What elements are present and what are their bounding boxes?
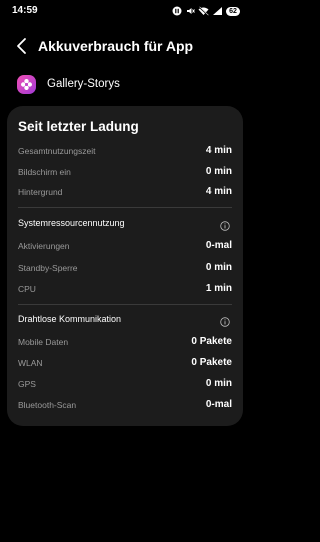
system-value: 0-mal: [205, 240, 232, 251]
usage-value: 0 min: [205, 166, 232, 177]
usage-label: Hintergrund: [18, 187, 63, 197]
system-label: CPU: [18, 284, 36, 294]
wireless-row-bluetooth-scan: Bluetooth-Scan 0-mal: [18, 399, 232, 414]
wireless-label: GPS: [18, 379, 36, 389]
wireless-label: Mobile Daten: [18, 337, 69, 347]
usage-label: Gesamtnutzungszeit: [18, 146, 96, 156]
status-time: 14:59: [12, 5, 38, 16]
wireless-value: 0 Pakete: [191, 357, 232, 368]
status-icons: 62: [172, 5, 240, 17]
wireless-label: Bluetooth-Scan: [18, 400, 77, 410]
section-title-wireless: Drahtlose Kommunikation: [18, 314, 122, 324]
status-bar: 14:59 62: [0, 0, 250, 24]
section-title-system-resources: Systemressourcennutzung: [18, 218, 125, 228]
page-title: Akkuverbrauch für App: [38, 38, 194, 54]
pause-icon: [172, 6, 182, 16]
wireless-row-mobile-data: Mobile Daten 0 Pakete: [18, 336, 232, 351]
usage-value: 4 min: [205, 186, 232, 197]
chevron-left-icon: [17, 38, 26, 54]
wireless-value: 0-mal: [205, 399, 232, 410]
system-value: 1 min: [205, 283, 232, 294]
usage-row-background: Hintergrund 4 min: [18, 186, 232, 201]
wireless-row-gps: GPS 0 min: [18, 378, 232, 393]
info-icon[interactable]: [220, 218, 230, 231]
back-button[interactable]: [14, 37, 30, 55]
divider: [18, 304, 232, 305]
wireless-row-wlan: WLAN 0 Pakete: [18, 357, 232, 372]
wireless-value: 0 min: [205, 378, 232, 389]
signal-icon: [212, 6, 223, 16]
wifi-off-icon: [198, 6, 209, 16]
usage-row-screen-on: Bildschirm ein 0 min: [18, 166, 232, 181]
info-icon[interactable]: [220, 314, 230, 327]
card-title: Seit letzter Ladung: [18, 119, 139, 134]
system-row-standby-lock: Standby-Sperre 0 min: [18, 262, 232, 277]
wireless-label: WLAN: [18, 358, 43, 368]
system-row-activations: Aktivierungen 0-mal: [18, 240, 232, 255]
battery-icon: 62: [226, 6, 240, 16]
usage-row-total-time: Gesamtnutzungszeit 4 min: [18, 145, 232, 160]
divider: [18, 207, 232, 208]
system-label: Standby-Sperre: [18, 263, 78, 273]
usage-value: 4 min: [205, 145, 232, 156]
system-label: Aktivierungen: [18, 241, 70, 251]
battery-usage-card: Seit letzter Ladung Gesamtnutzungszeit 4…: [7, 106, 243, 426]
app-row: Gallery-Storys: [17, 75, 240, 95]
wireless-value: 0 Pakete: [191, 336, 232, 347]
app-name: Gallery-Storys: [47, 78, 120, 90]
silent-icon: [185, 6, 195, 16]
usage-label: Bildschirm ein: [18, 167, 71, 177]
header: Akkuverbrauch für App: [0, 34, 250, 60]
gallery-stories-app-icon: [17, 75, 36, 94]
system-value: 0 min: [205, 262, 232, 273]
system-row-cpu: CPU 1 min: [18, 283, 232, 298]
